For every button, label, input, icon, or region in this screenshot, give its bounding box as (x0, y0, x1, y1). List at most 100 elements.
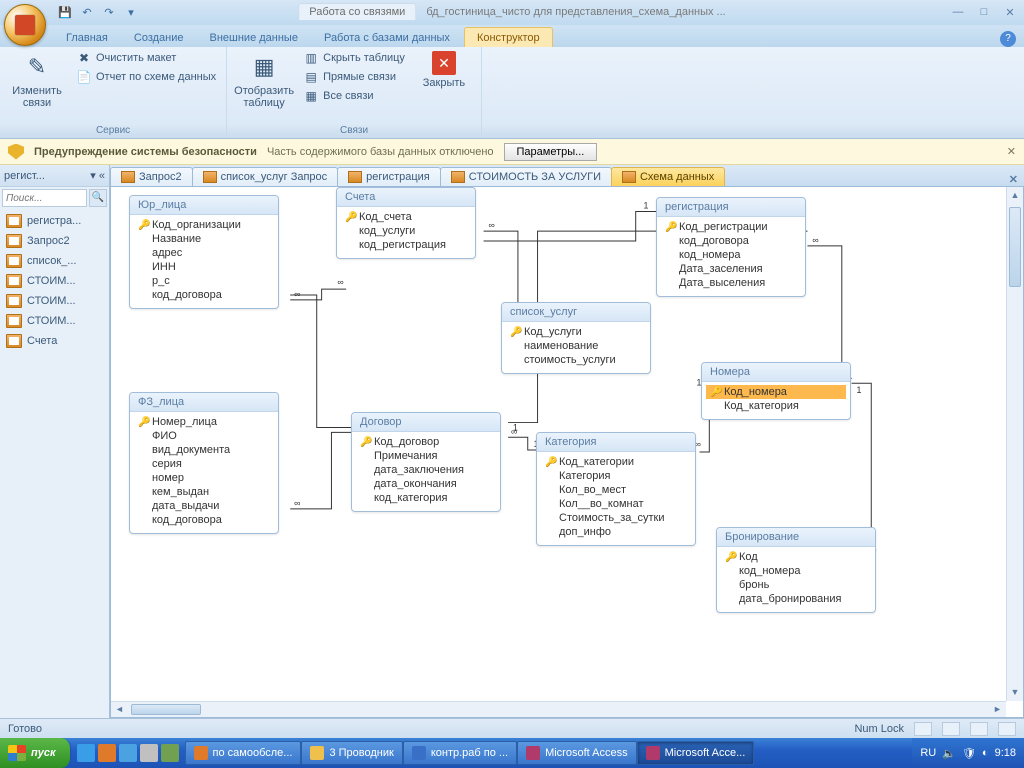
field-row[interactable]: Кол__во_комнат (541, 497, 691, 511)
show-table-button[interactable]: ▦ Отобразить таблицу (233, 49, 295, 111)
doctab-schema[interactable]: Схема данных (611, 167, 725, 186)
nav-header[interactable]: регист... ▾ « (0, 165, 109, 187)
ql-icon[interactable] (140, 744, 158, 762)
field-row[interactable]: вид_документа (134, 443, 274, 457)
ie-icon[interactable] (77, 744, 95, 762)
clock[interactable]: 9:18 (995, 747, 1016, 759)
field-row[interactable]: адрес (134, 246, 274, 260)
task-button-3[interactable]: контр.раб по ... (403, 741, 517, 765)
field-row[interactable]: код_номера (661, 248, 801, 262)
office-button[interactable] (4, 4, 46, 46)
scroll-right-icon[interactable]: ► (989, 702, 1006, 717)
security-options-button[interactable]: Параметры... (504, 143, 598, 161)
scroll-down-icon[interactable]: ▼ (1007, 684, 1023, 701)
field-row[interactable]: код_договора (134, 288, 274, 302)
field-row[interactable]: дата_окончания (356, 477, 496, 491)
table-header[interactable]: Номера (702, 363, 850, 382)
scroll-thumb-v[interactable] (1009, 207, 1021, 287)
relationships-canvas[interactable]: ∞∞ ∞1 1 ∞1 1 ∞1 ∞1 ∞ 1∞ 1 ▲ ▼ ◄ ► Юр_ли (110, 187, 1024, 718)
close-relationships-button[interactable]: ✕ Закрыть (413, 49, 475, 91)
field-row[interactable]: Примечания (356, 449, 496, 463)
table-header[interactable]: Счета (337, 188, 475, 207)
table-header[interactable]: Категория (537, 433, 695, 452)
tab-dbtools[interactable]: Работа с базами данных (312, 28, 462, 47)
field-row[interactable]: наименование (506, 339, 646, 353)
doctab-registraciya[interactable]: регистрация (337, 167, 441, 186)
direct-relations-button[interactable]: ▤Прямые связи (299, 68, 409, 86)
nav-item[interactable]: СТОИМ... (0, 291, 109, 311)
ql-icon-2[interactable] (161, 744, 179, 762)
tab-designer[interactable]: Конструктор (464, 27, 553, 47)
table-регистрация[interactable]: регистрация🔑Код_регистрациикод_договорак… (656, 197, 806, 297)
table-список_услуг[interactable]: список_услуг 🔑Код_услугинаименованиестоим… (501, 302, 651, 374)
tab-external[interactable]: Внешние данные (198, 28, 310, 47)
field-row[interactable]: код_категория (356, 491, 496, 505)
undo-icon[interactable]: ↶ (78, 4, 96, 22)
nav-item[interactable]: Счета (0, 331, 109, 351)
field-row[interactable]: дата_выдачи (134, 499, 274, 513)
task-button-2[interactable]: 3 Проводник (301, 741, 402, 765)
table-Номера[interactable]: Номера🔑Код_номераКод_категория (701, 362, 851, 420)
doctab-stoimost[interactable]: СТОИМОСТЬ ЗА УСЛУГИ (440, 167, 612, 186)
field-row[interactable]: 🔑Код_категории (541, 455, 691, 469)
table-ФЗ_лица[interactable]: ФЗ_лица🔑Номер_лицаФИОвид_документасериян… (129, 392, 279, 534)
view-button-3[interactable] (970, 722, 988, 736)
field-row[interactable]: 🔑Код_регистрации (661, 220, 801, 234)
nav-item[interactable]: СТОИМ... (0, 311, 109, 331)
all-relations-button[interactable]: ▦Все связи (299, 87, 409, 105)
task-button-1[interactable]: по самообсле... (185, 741, 302, 765)
tray-icon-3[interactable]: ◐ (982, 747, 989, 759)
field-row[interactable]: ФИО (134, 429, 274, 443)
scroll-up-icon[interactable]: ▲ (1007, 187, 1023, 204)
tray-icon[interactable]: 🔈 (942, 747, 956, 760)
chevron-down-icon[interactable]: ▾ « (90, 169, 105, 182)
field-row[interactable]: 🔑Код_счета (341, 210, 471, 224)
field-row[interactable]: р_с (134, 274, 274, 288)
table-header[interactable]: список_услуг (502, 303, 650, 322)
task-button-5[interactable]: Microsoft Acce... (637, 741, 755, 765)
language-indicator[interactable]: RU (920, 747, 936, 759)
field-row[interactable]: Дата_заселения (661, 262, 801, 276)
view-button-1[interactable] (914, 722, 932, 736)
nav-search-input[interactable] (2, 189, 87, 207)
field-row[interactable]: дата_заключения (356, 463, 496, 477)
field-row[interactable]: 🔑Код_организации (134, 218, 274, 232)
task-button-4[interactable]: Microsoft Access (517, 741, 637, 765)
search-icon[interactable]: 🔍 (89, 189, 107, 207)
table-header[interactable]: Бронирование (717, 528, 875, 547)
field-row[interactable]: стоимость_услуги (506, 353, 646, 367)
field-row[interactable]: номер (134, 471, 274, 485)
firefox-icon[interactable] (98, 744, 116, 762)
table-header[interactable]: Договор (352, 413, 500, 432)
nav-item[interactable]: СТОИМ... (0, 271, 109, 291)
hide-table-button[interactable]: ▥Скрыть таблицу (299, 49, 409, 67)
field-row[interactable]: доп_инфо (541, 525, 691, 539)
scroll-thumb-h[interactable] (131, 704, 201, 715)
field-row[interactable]: ИНН (134, 260, 274, 274)
field-row[interactable]: Кол_во_мест (541, 483, 691, 497)
field-row[interactable]: 🔑Код_номера (706, 385, 846, 399)
scroll-left-icon[interactable]: ◄ (111, 702, 128, 717)
table-header[interactable]: регистрация (657, 198, 805, 217)
tab-home[interactable]: Главная (54, 28, 120, 47)
field-row[interactable]: серия (134, 457, 274, 471)
field-row[interactable]: Стоимость_за_сутки (541, 511, 691, 525)
restore-button[interactable]: □ (974, 6, 994, 19)
table-header[interactable]: ФЗ_лица (130, 393, 278, 412)
edit-relationships-button[interactable]: ✎ Изменить связи (6, 49, 68, 111)
field-row[interactable]: код_договора (134, 513, 274, 527)
field-row[interactable]: Дата_выселения (661, 276, 801, 290)
qat-more-icon[interactable]: ▾ (122, 4, 140, 22)
field-row[interactable]: код_услуги (341, 224, 471, 238)
table-Бронирование[interactable]: Бронирование🔑Кодкод_номераброньдата_брон… (716, 527, 876, 613)
security-close-button[interactable]: ✕ (1007, 145, 1016, 158)
field-row[interactable]: 🔑Код (721, 550, 871, 564)
help-icon[interactable]: ? (1000, 31, 1016, 47)
field-row[interactable]: Категория (541, 469, 691, 483)
field-row[interactable]: 🔑Код_услуги (506, 325, 646, 339)
save-icon[interactable]: 💾 (56, 4, 74, 22)
field-row[interactable]: бронь (721, 578, 871, 592)
doctab-spisok[interactable]: список_услуг Запрос (192, 167, 339, 186)
minimize-button[interactable]: — (948, 6, 968, 19)
field-row[interactable]: кем_выдан (134, 485, 274, 499)
